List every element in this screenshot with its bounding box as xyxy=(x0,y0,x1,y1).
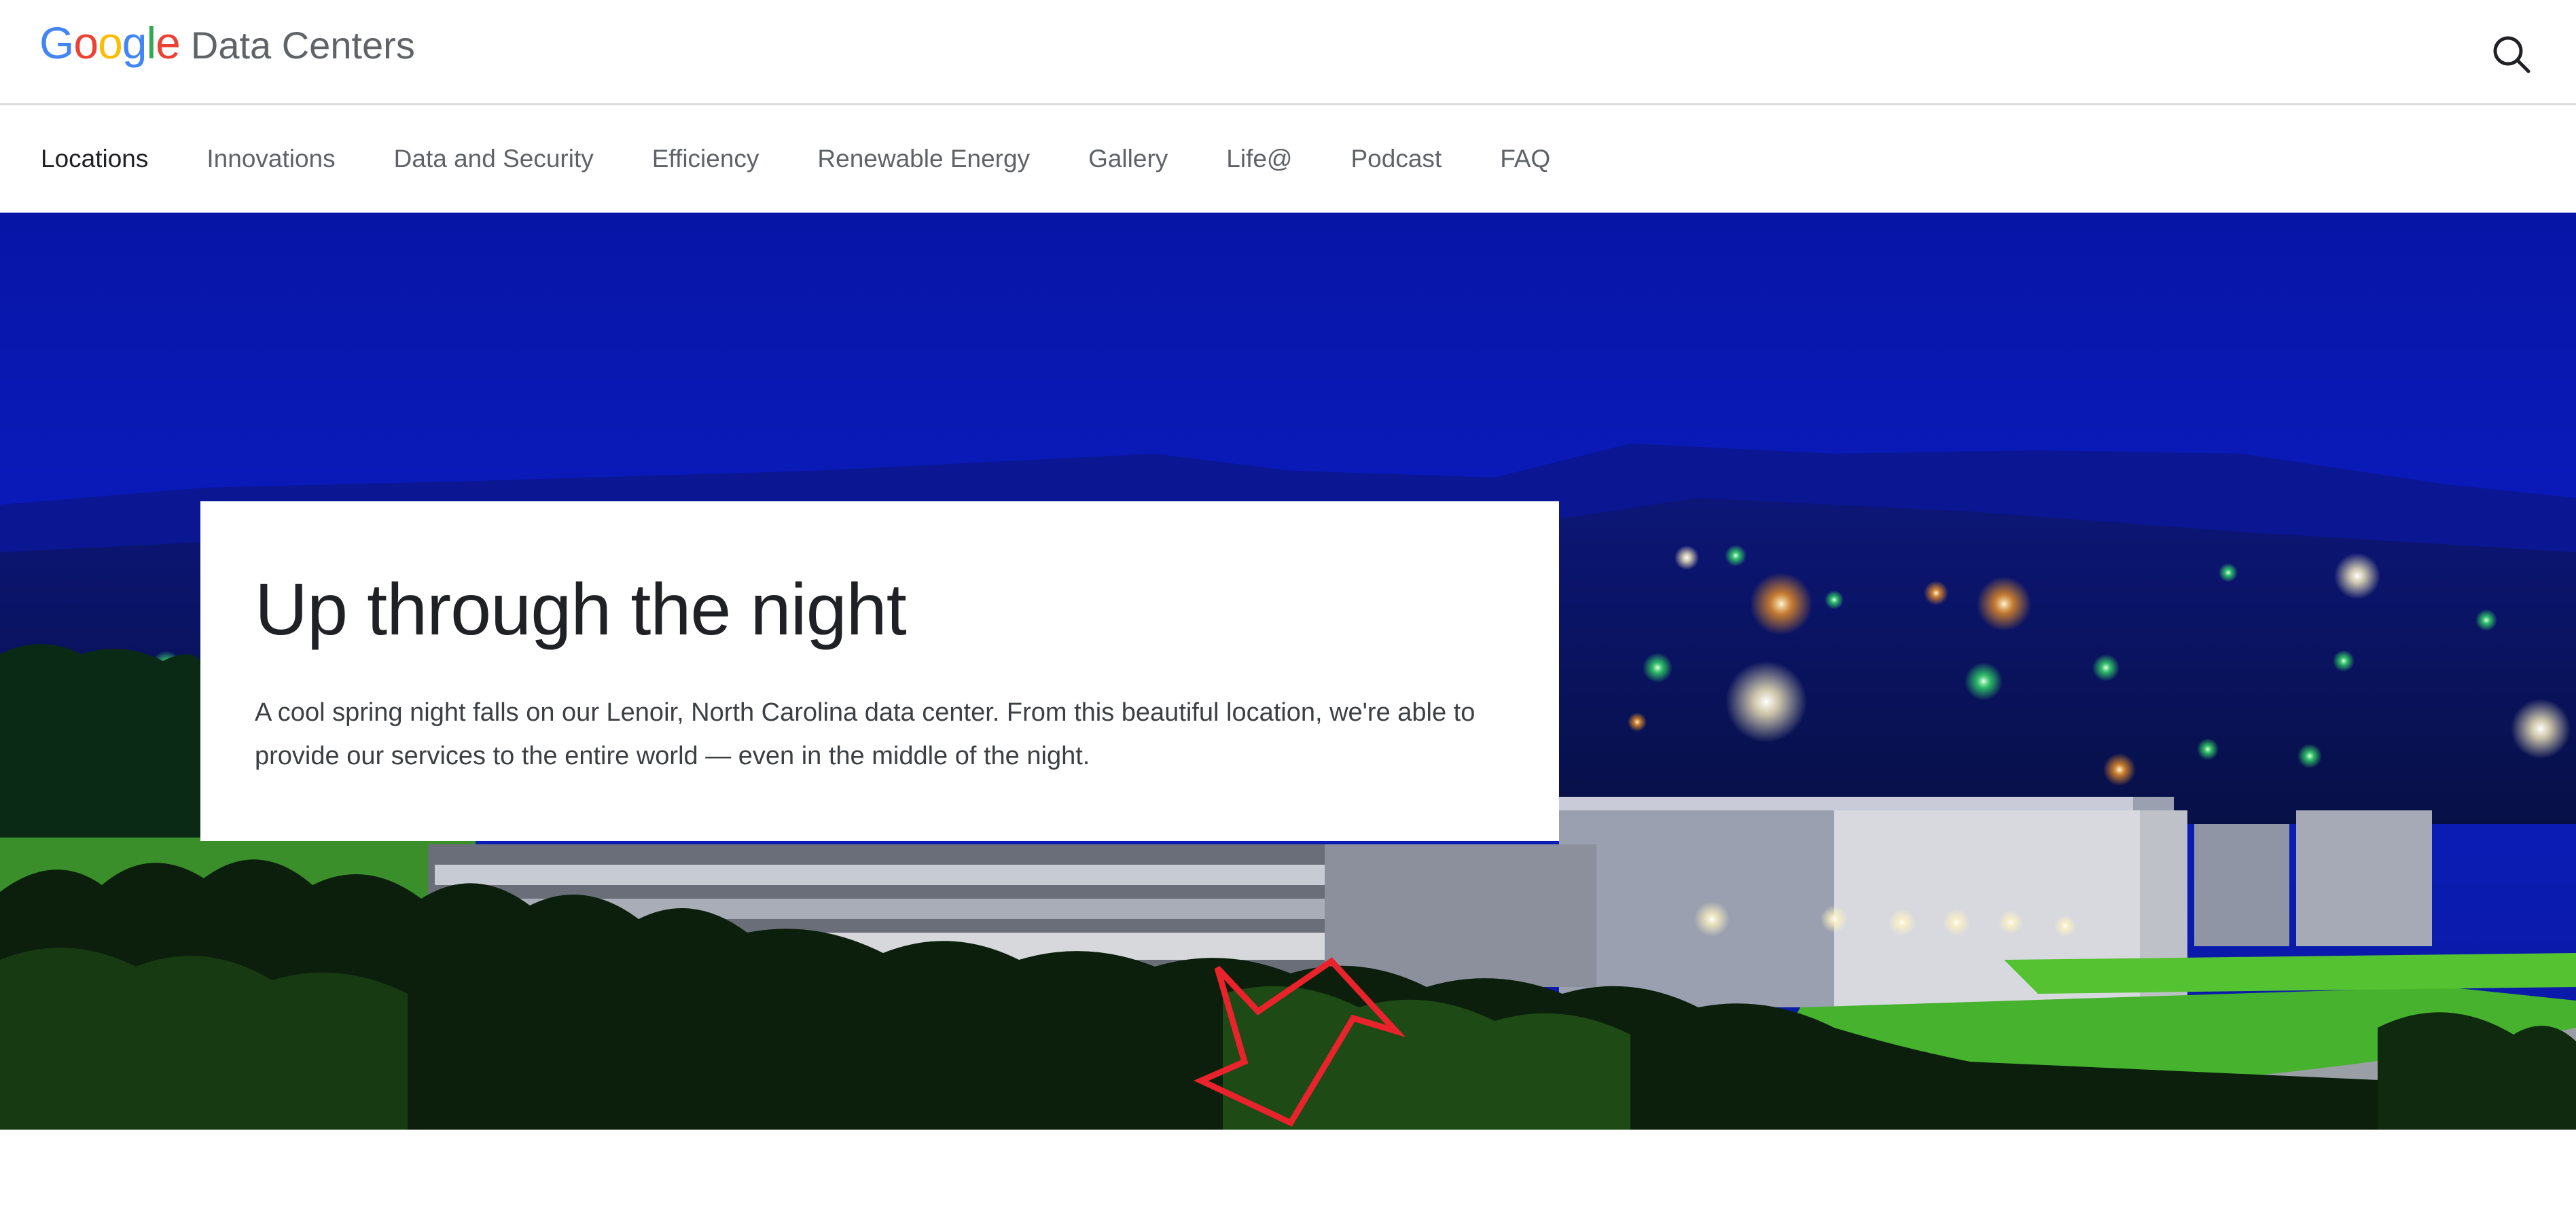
nav-item-data-and-security[interactable]: Data and Security xyxy=(394,145,594,173)
nav-item-renewable-energy[interactable]: Renewable Energy xyxy=(817,145,1030,173)
nav-item-innovations[interactable]: Innovations xyxy=(207,145,335,173)
search-button[interactable] xyxy=(2488,31,2537,79)
brand-link[interactable]: Google Data Centers xyxy=(39,20,415,65)
search-icon xyxy=(2493,36,2530,73)
nav-item-locations[interactable]: Locations xyxy=(41,145,148,173)
main-nav: Locations Innovations Data and Security … xyxy=(0,105,2576,213)
hero-description: A cool spring night falls on our Lenoir,… xyxy=(255,698,1475,771)
nav-item-gallery[interactable]: Gallery xyxy=(1088,145,1168,173)
logo-letter: l xyxy=(146,18,157,68)
nav-item-life[interactable]: Life@ xyxy=(1226,145,1292,173)
site-header: Google Data Centers xyxy=(0,0,2576,105)
nav-item-podcast[interactable]: Podcast xyxy=(1350,145,1442,173)
hero-card: Up through the night A cool spring night… xyxy=(200,501,1559,841)
logo-letter: g xyxy=(122,18,147,68)
logo-letter: e xyxy=(156,18,181,68)
google-logo: Google xyxy=(39,18,181,68)
brand-name: Data Centers xyxy=(190,24,415,67)
logo-letter: o xyxy=(98,18,123,68)
hero-section: Up through the night A cool spring night… xyxy=(0,213,2576,1130)
logo-letter: o xyxy=(73,18,99,68)
nav-item-faq[interactable]: FAQ xyxy=(1500,145,1550,173)
logo-letter: G xyxy=(39,18,74,68)
hero-title: Up through the night xyxy=(255,568,907,650)
nav-item-efficiency[interactable]: Efficiency xyxy=(652,145,759,173)
